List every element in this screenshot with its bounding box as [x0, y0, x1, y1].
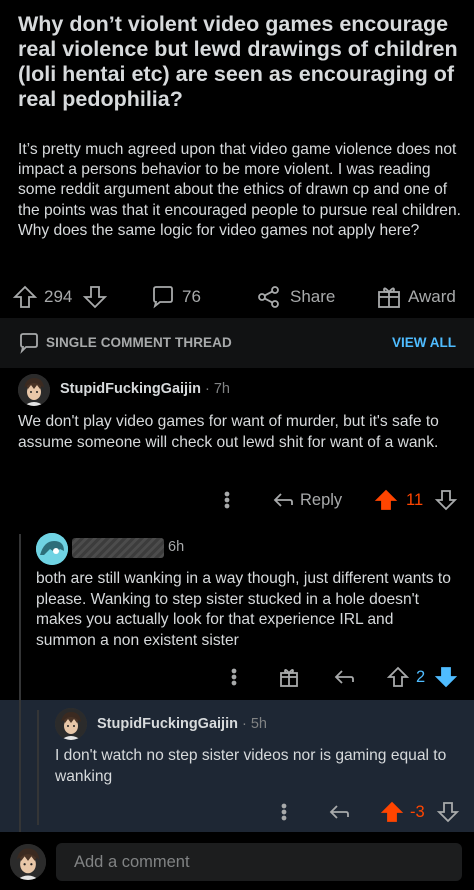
downvote-button[interactable]: [434, 485, 458, 515]
share-icon: [258, 286, 279, 308]
downvote-button[interactable]: [82, 280, 108, 314]
gift-icon: [280, 668, 298, 687]
comment-count: 76: [182, 287, 201, 306]
comment-age: 6h: [168, 539, 185, 555]
comment-author[interactable]: 6h: [168, 539, 184, 555]
more-vertical-icon: [231, 668, 237, 686]
post-vote-count: 294: [44, 287, 73, 306]
reply-button[interactable]: [328, 797, 350, 827]
post-actions: 294 76 Share Award: [0, 280, 474, 316]
comment-text: I don't watch no step sister videos nor …: [55, 747, 447, 785]
redacted-username: [72, 538, 164, 558]
comment-icon: [153, 286, 173, 309]
comment-author[interactable]: StupidFuckingGaijin · 7h: [60, 381, 230, 397]
reply-arrow-icon: [273, 493, 293, 507]
more-options-button[interactable]: [279, 797, 289, 827]
comment-score: 2: [416, 667, 426, 686]
add-comment-input[interactable]: Add a comment: [56, 843, 462, 881]
award-button[interactable]: Award: [376, 280, 456, 314]
add-comment-placeholder: Add a comment: [74, 853, 190, 871]
comment-score: 11: [406, 490, 424, 509]
comment-text: We don't play video games for want of mu…: [18, 413, 439, 451]
avatar-image: [18, 374, 50, 406]
upvote-button[interactable]: [386, 662, 410, 692]
gift-icon: [378, 287, 400, 308]
comment-text: both are still wanking in a way though, …: [36, 570, 451, 649]
single-comment-thread-bar: SINGLE COMMENT THREAD VIEW ALL: [0, 318, 474, 368]
upvote-arrow-icon: [12, 285, 38, 308]
user-avatar[interactable]: [10, 844, 46, 880]
highlighted-comment: StupidFuckingGaijin · 5h I don't watch n…: [0, 700, 474, 832]
comment-score: -3: [410, 802, 425, 821]
award-button[interactable]: [278, 662, 300, 692]
reply-button[interactable]: [333, 662, 355, 692]
thread-label: SINGLE COMMENT THREAD: [46, 335, 232, 350]
upvote-button[interactable]: [374, 485, 398, 515]
comment-composer-bar: Add a comment: [0, 832, 474, 890]
avatar-image: [55, 708, 87, 740]
reply-arrow-icon: [334, 670, 354, 684]
thread-line: [19, 534, 21, 700]
avatar-image: [10, 844, 46, 880]
downvote-button[interactable]: [434, 662, 458, 692]
more-options-button[interactable]: [229, 662, 239, 692]
share-button[interactable]: Share: [256, 280, 335, 314]
reply-label: Reply: [300, 490, 343, 509]
post-body: It’s pretty much agreed upon that video …: [18, 141, 461, 239]
downvote-arrow-icon: [82, 286, 108, 309]
post-title: Why don’t violent video games encourage …: [18, 12, 458, 111]
reply-button[interactable]: Reply: [272, 485, 342, 515]
thread-line: [37, 710, 39, 825]
comment-thread-icon: [20, 333, 38, 354]
comment-thread: StupidFuckingGaijin · 7h We don't play v…: [0, 368, 474, 700]
award-label: Award: [408, 287, 456, 306]
downvote-arrow-filled-icon: [434, 667, 458, 688]
avatar[interactable]: [36, 533, 68, 565]
reply-arrow-icon: [329, 805, 349, 819]
more-vertical-icon: [281, 803, 287, 821]
comment-age: · 5h: [242, 716, 268, 732]
upvote-arrow-filled-icon: [380, 801, 404, 822]
comments-button[interactable]: 76: [150, 280, 201, 314]
more-options-button[interactable]: [222, 485, 232, 515]
avatar-image: [36, 533, 68, 565]
upvote-arrow-icon: [386, 666, 410, 687]
comment-age: · 7h: [205, 381, 231, 397]
upvote-button[interactable]: [12, 280, 38, 314]
comment-author[interactable]: StupidFuckingGaijin · 5h: [97, 716, 267, 732]
downvote-arrow-icon: [434, 490, 458, 511]
thread-line: [19, 700, 21, 832]
downvote-button[interactable]: [436, 797, 460, 827]
more-vertical-icon: [224, 491, 230, 509]
upvote-arrow-filled-icon: [374, 489, 398, 510]
view-all-link[interactable]: VIEW ALL: [392, 335, 456, 350]
downvote-arrow-icon: [436, 802, 460, 823]
post: Why don’t violent video games encourage …: [0, 0, 474, 318]
avatar[interactable]: [18, 374, 50, 406]
share-label: Share: [290, 287, 336, 306]
avatar[interactable]: [55, 708, 87, 740]
upvote-button[interactable]: [380, 797, 404, 827]
